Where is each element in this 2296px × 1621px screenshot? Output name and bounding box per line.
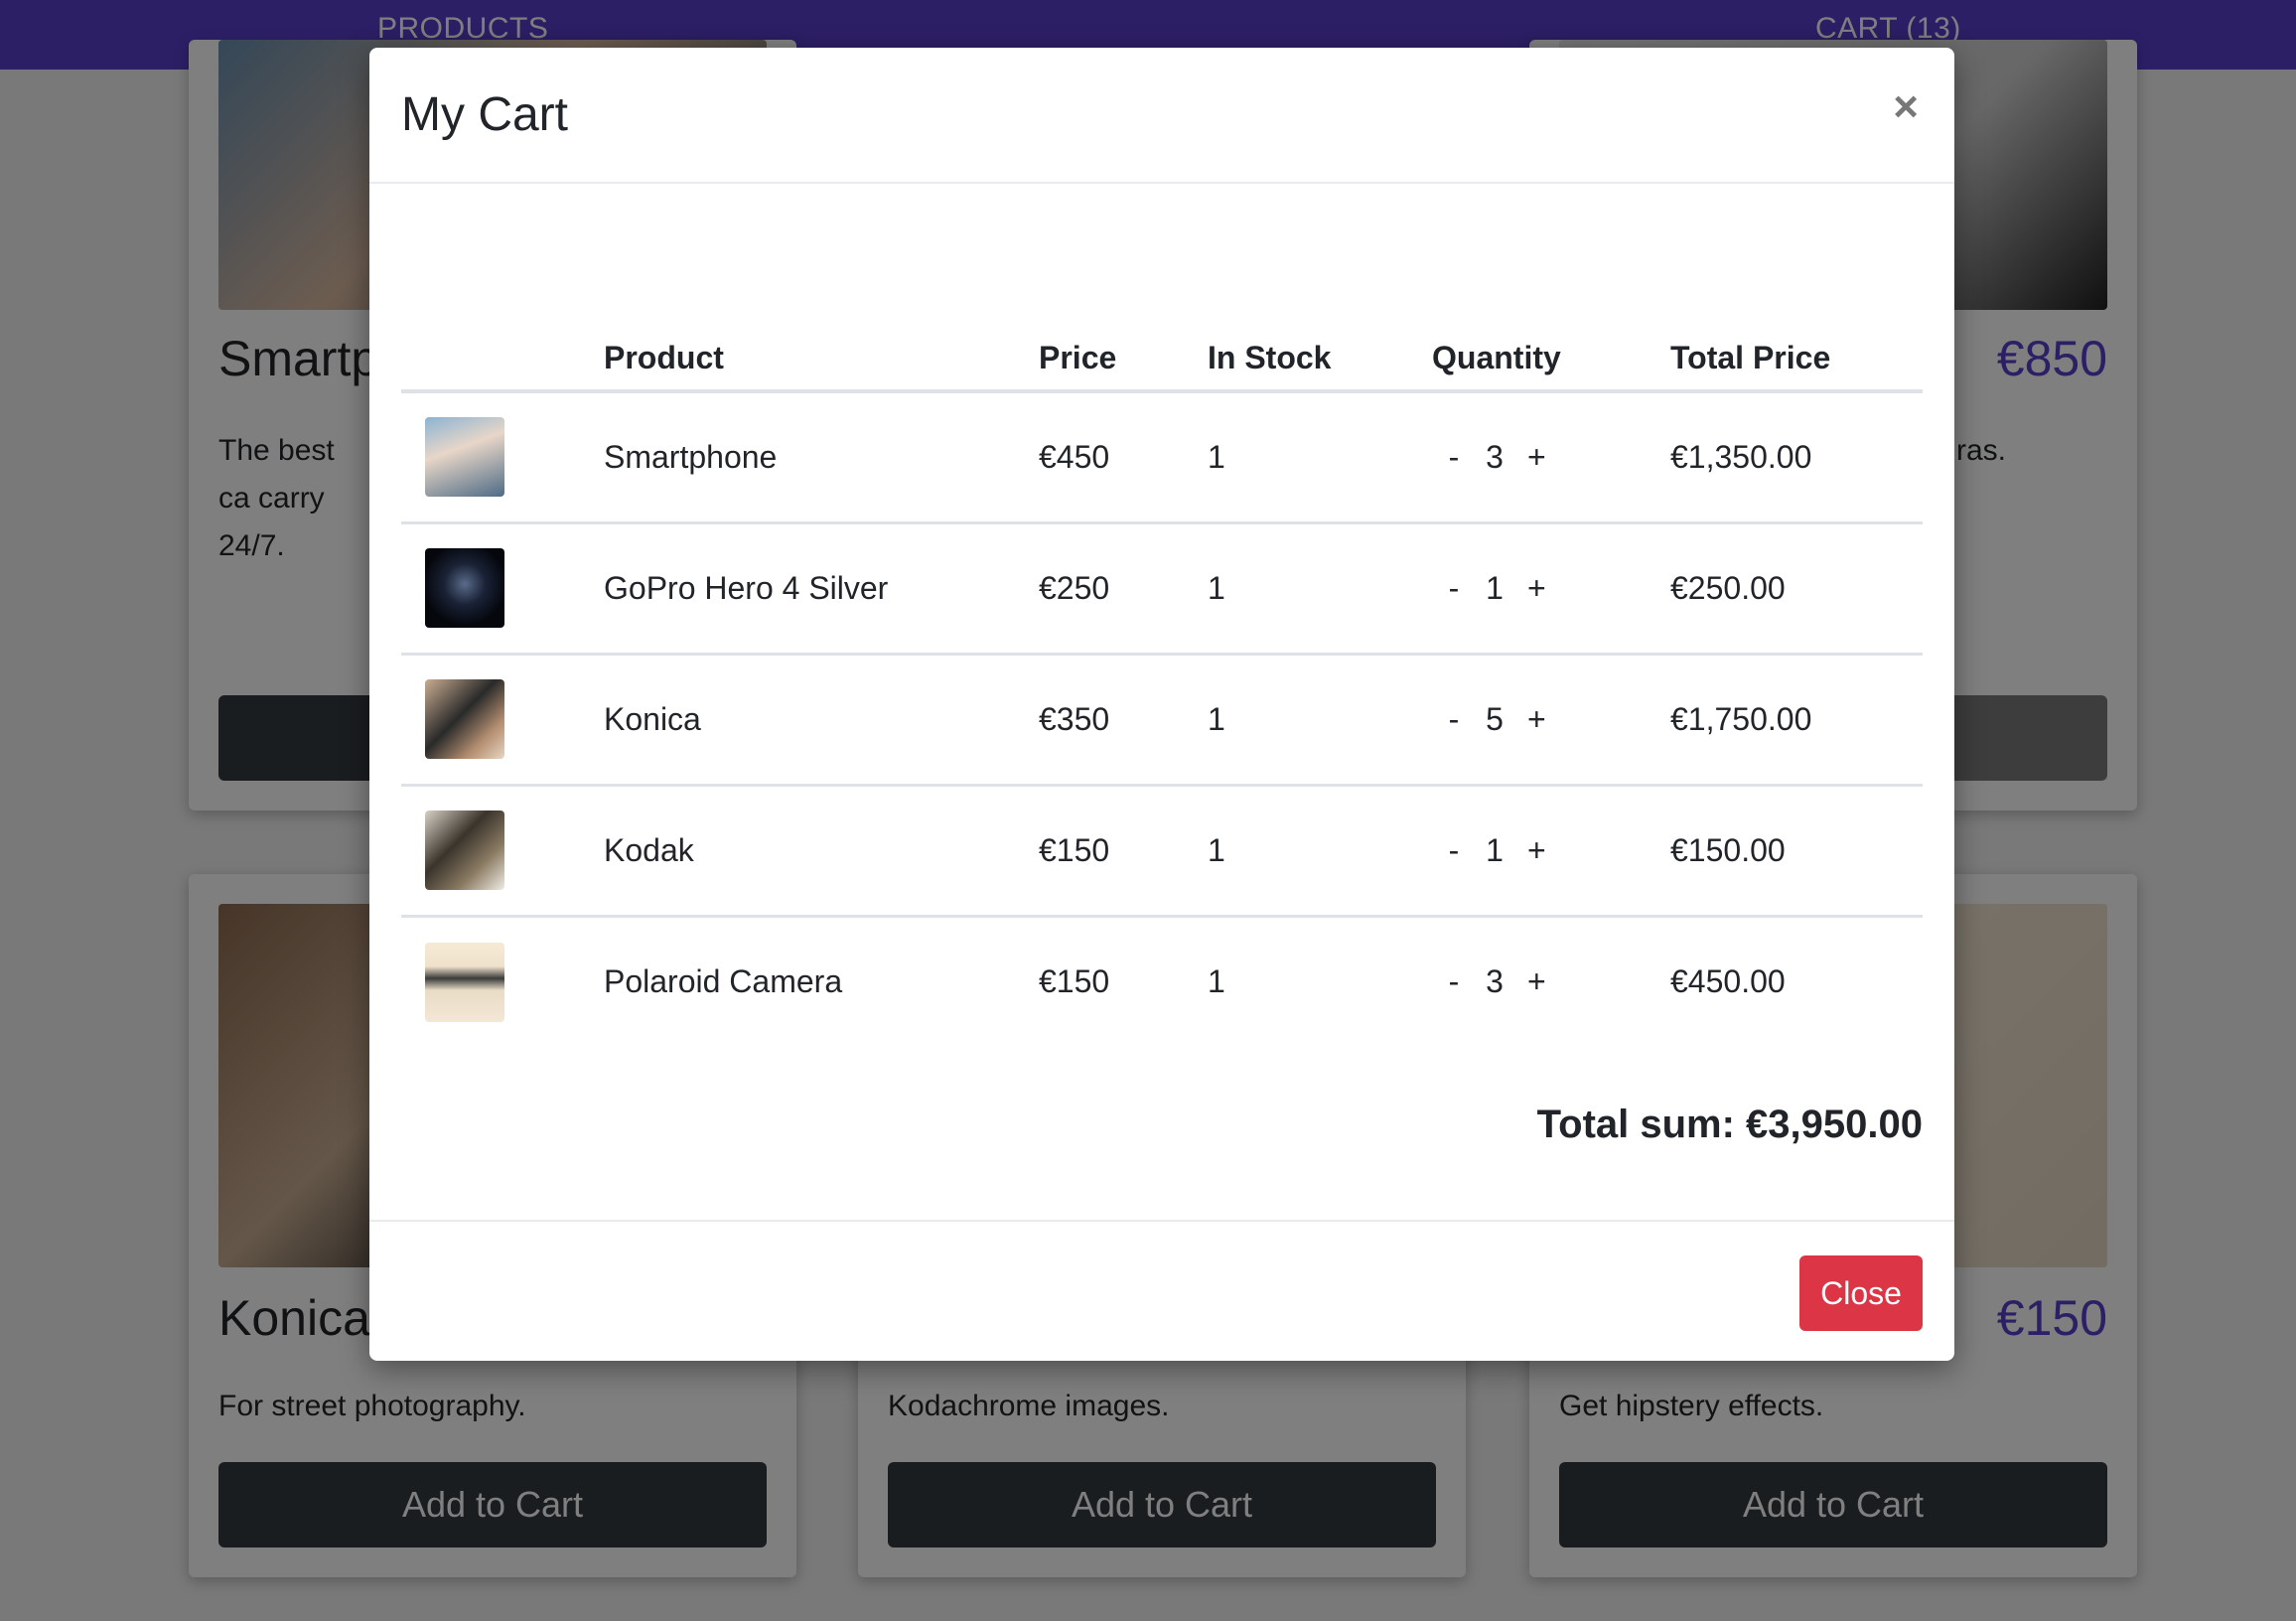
- quantity-value: 1: [1486, 831, 1504, 868]
- table-row: Polaroid Camera €150 1 - 3 + €450.00: [401, 916, 1923, 1047]
- quantity-stepper: - 3 +: [1432, 439, 1670, 476]
- increase-quantity-button[interactable]: +: [1527, 701, 1546, 738]
- in-stock: 1: [1208, 391, 1432, 524]
- quantity-stepper: - 1 +: [1432, 570, 1670, 607]
- in-stock: 1: [1208, 522, 1432, 656]
- increase-quantity-button[interactable]: +: [1527, 963, 1546, 1000]
- decrease-quantity-button[interactable]: -: [1446, 570, 1462, 607]
- column-header-in-stock: In Stock: [1208, 326, 1432, 393]
- product-price: €450: [1039, 391, 1208, 524]
- decrease-quantity-button[interactable]: -: [1446, 832, 1462, 869]
- modal-footer: Close: [369, 1220, 1954, 1361]
- table-row: Konica €350 1 - 5 + €1,750.00: [401, 654, 1923, 787]
- product-name: GoPro Hero 4 Silver: [604, 522, 1039, 656]
- line-total: €1,750.00: [1670, 654, 1923, 787]
- column-header-quantity: Quantity: [1432, 326, 1670, 393]
- column-header-product: Product: [604, 326, 1039, 393]
- decrease-quantity-button[interactable]: -: [1446, 439, 1462, 476]
- quantity-value: 3: [1486, 963, 1504, 1000]
- in-stock: 1: [1208, 963, 1225, 1000]
- product-name: Smartphone: [604, 391, 1039, 524]
- product-name: Kodak: [604, 785, 1039, 918]
- cart-modal: My Cart × Product Price In Stock Quantit…: [369, 48, 1954, 1361]
- table-row: Smartphone €450 1 - 3 + €1,350.00: [401, 391, 1923, 524]
- product-name: Konica: [604, 654, 1039, 787]
- increase-quantity-button[interactable]: +: [1527, 570, 1546, 607]
- table-header-row: Product Price In Stock Quantity Total Pr…: [401, 326, 1923, 393]
- cart-table: Product Price In Stock Quantity Total Pr…: [401, 326, 1923, 1047]
- quantity-value: 5: [1486, 700, 1504, 737]
- close-icon[interactable]: ×: [1893, 85, 1919, 129]
- decrease-quantity-button[interactable]: -: [1446, 701, 1462, 738]
- product-price: €250: [1039, 522, 1208, 656]
- product-price: €150: [1039, 785, 1208, 918]
- in-stock: 1: [1208, 785, 1432, 918]
- quantity-stepper: - 1 +: [1432, 832, 1670, 869]
- modal-header: My Cart ×: [369, 48, 1954, 184]
- smartphone-thumbnail: [425, 417, 504, 498]
- close-button[interactable]: Close: [1799, 1255, 1923, 1331]
- total-sum: Total sum: €3,950.00: [1536, 1103, 1923, 1146]
- kodak-thumbnail: [425, 810, 504, 890]
- column-header-price: Price: [1039, 326, 1208, 393]
- product-price: €350: [1039, 654, 1208, 787]
- line-total: €150.00: [1670, 785, 1923, 918]
- quantity-value: 3: [1486, 438, 1504, 475]
- increase-quantity-button[interactable]: +: [1527, 832, 1546, 869]
- quantity-stepper: - 3 +: [1432, 963, 1670, 1000]
- table-row: Kodak €150 1 - 1 + €150.00: [401, 785, 1923, 918]
- product-name: Polaroid Camera: [604, 963, 843, 1000]
- column-header-total-price: Total Price: [1670, 326, 1923, 393]
- line-total: €1,350.00: [1670, 391, 1923, 524]
- column-header-image: [401, 326, 604, 393]
- in-stock: 1: [1208, 654, 1432, 787]
- increase-quantity-button[interactable]: +: [1527, 439, 1546, 476]
- gopro-thumbnail: [425, 548, 504, 628]
- decrease-quantity-button[interactable]: -: [1446, 963, 1462, 1000]
- quantity-stepper: - 5 +: [1432, 701, 1670, 738]
- product-price: €150: [1039, 963, 1110, 1000]
- table-row: GoPro Hero 4 Silver €250 1 - 1 + €250.00: [401, 522, 1923, 656]
- polaroid-thumbnail: [425, 942, 504, 1022]
- modal-title: My Cart: [401, 88, 568, 141]
- quantity-value: 1: [1486, 569, 1504, 606]
- line-total: €450.00: [1670, 963, 1786, 1000]
- line-total: €250.00: [1670, 522, 1923, 656]
- konica-thumbnail: [425, 679, 504, 759]
